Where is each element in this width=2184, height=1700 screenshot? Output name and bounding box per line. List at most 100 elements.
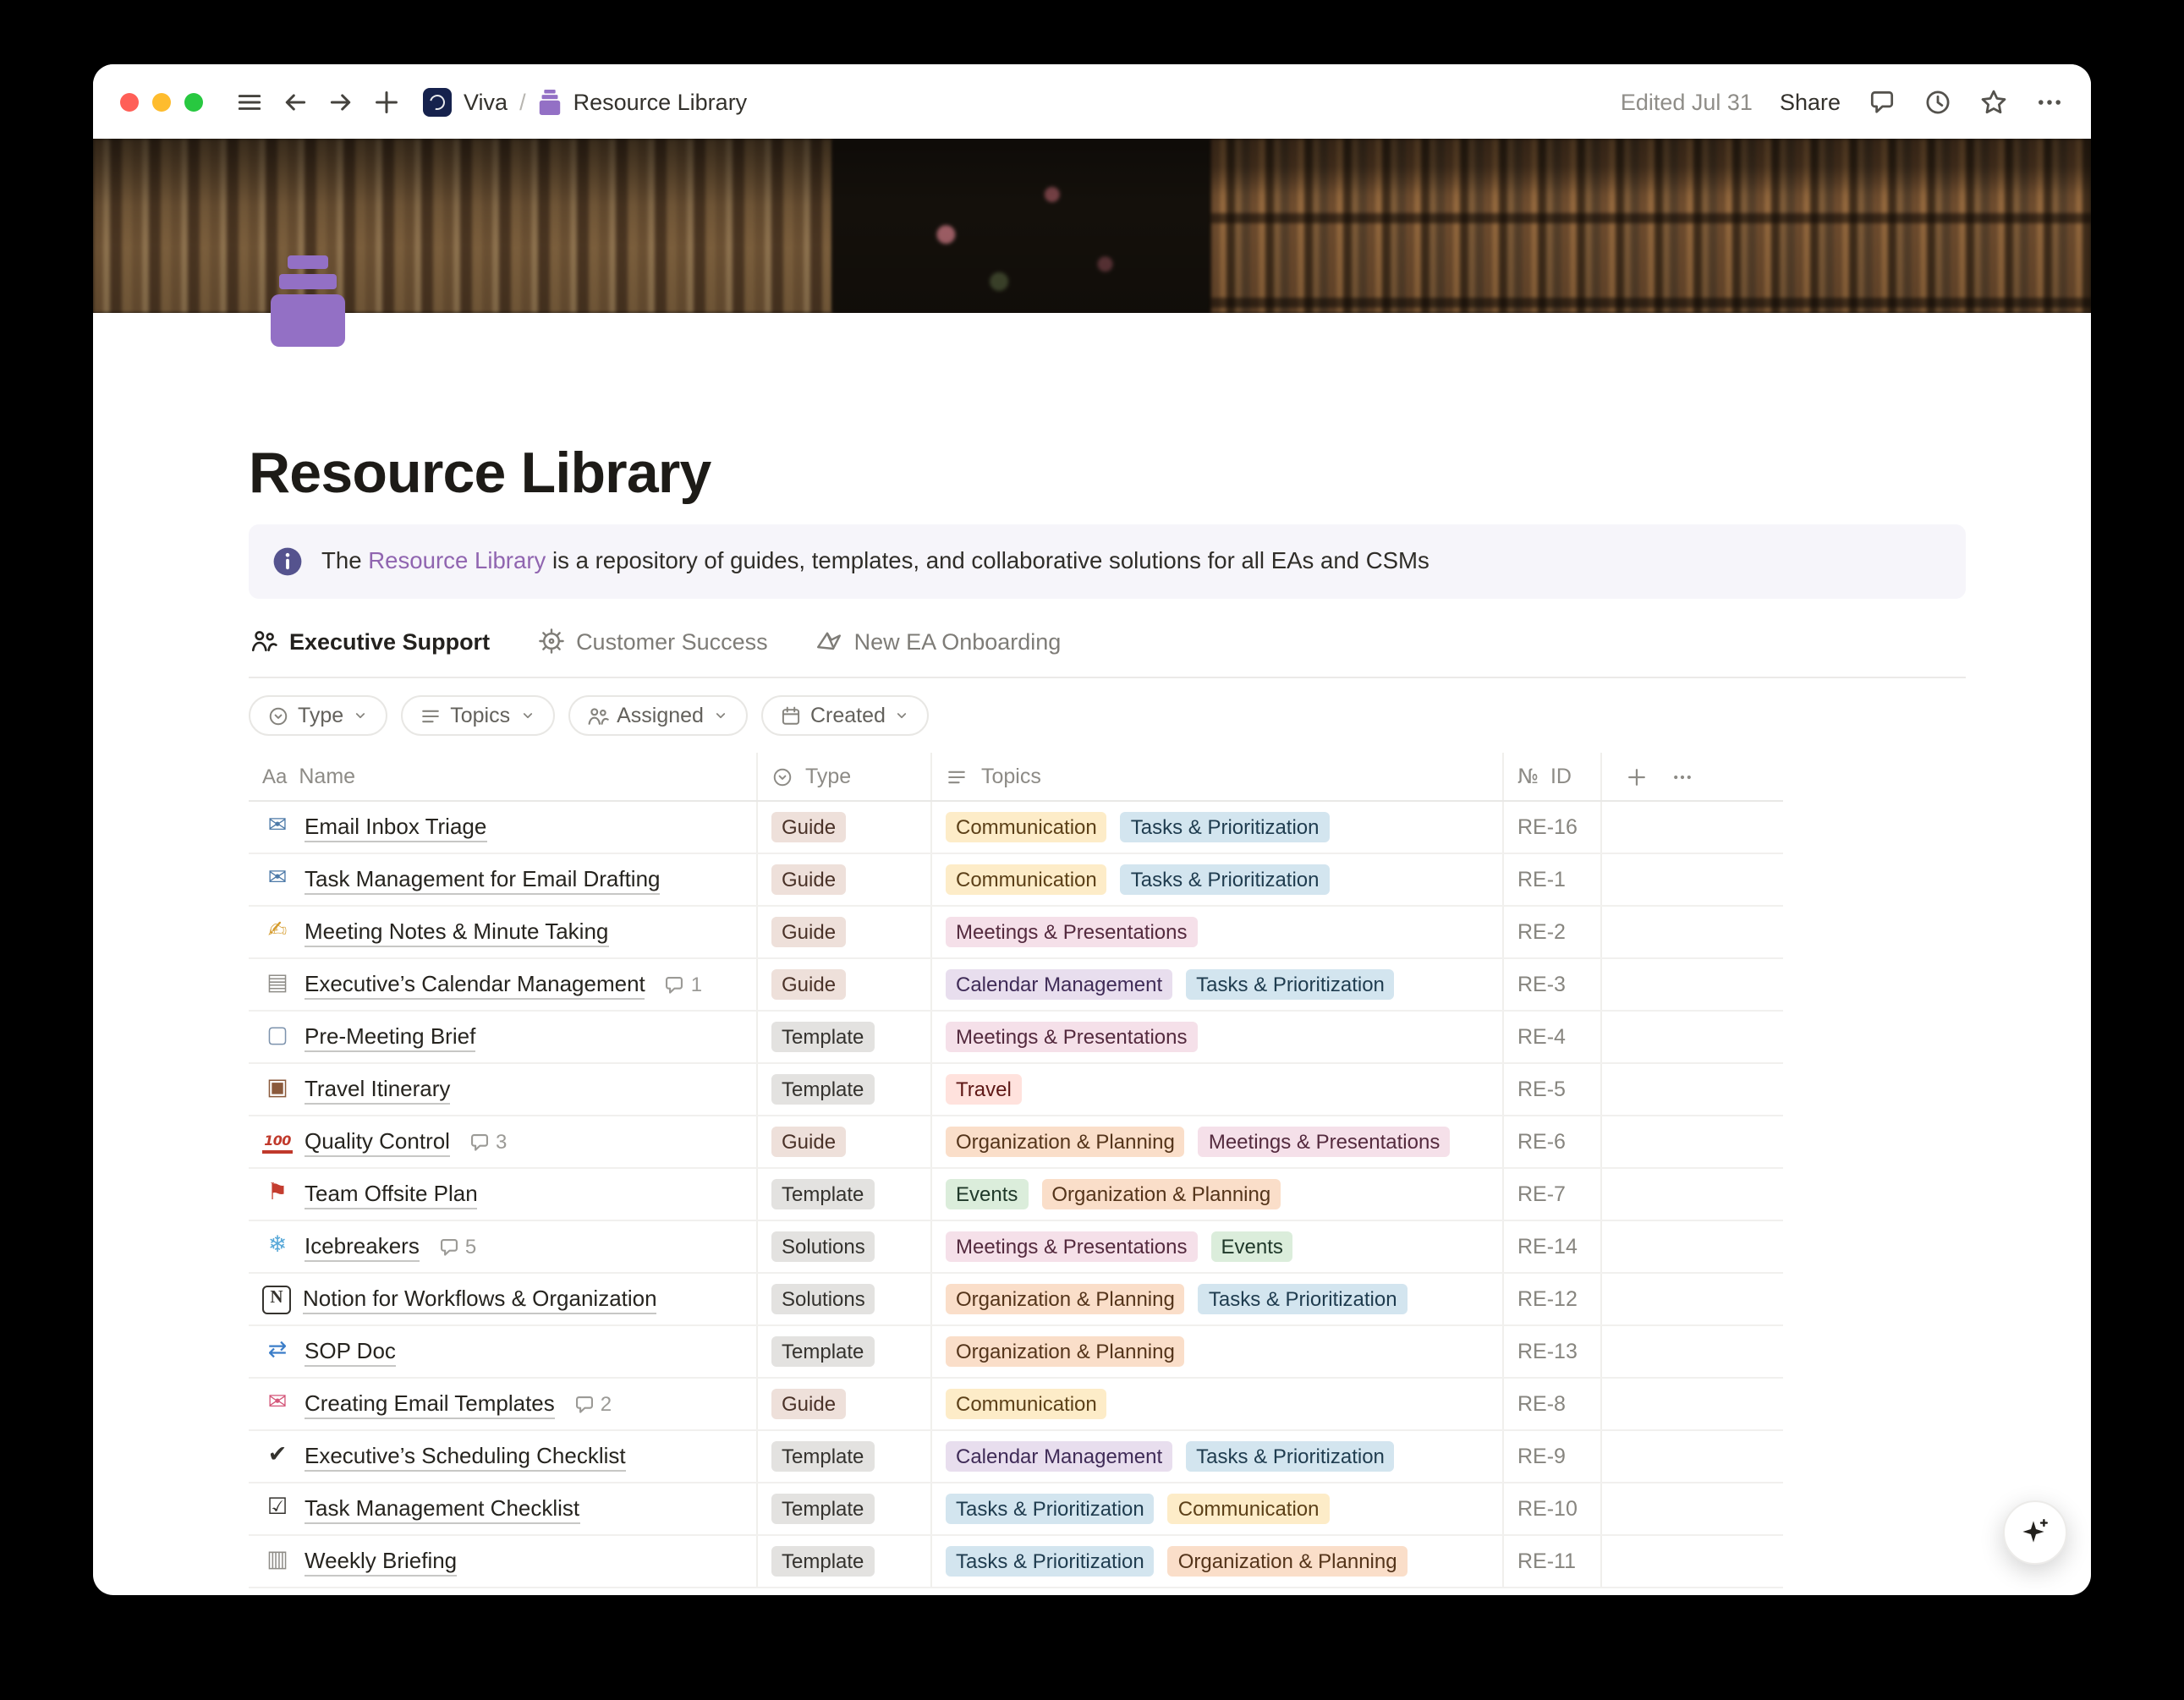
comments-icon[interactable] [1868,87,1896,116]
column-header-name[interactable]: Aa Name [249,753,758,800]
cover-vignette [93,139,2091,313]
cell-extra [1602,1379,1783,1429]
table-row[interactable]: 100Quality Control3GuideOrganization & P… [249,1116,1783,1169]
row-title[interactable]: Executive’s Calendar Management [305,969,645,1000]
favorite-star-icon[interactable] [1979,87,2008,116]
tab-customer-success[interactable]: Customer Success [535,621,770,672]
row-title[interactable]: Icebreakers [305,1231,420,1262]
ice-icon: ❄ [262,1236,293,1259]
comment-count: 1 [691,973,702,996]
row-title[interactable]: Quality Control [305,1127,450,1157]
row-title[interactable]: SOP Doc [305,1336,396,1367]
callout-text: The Resource Library is a repository of … [321,545,1429,579]
row-title[interactable]: Task Management for Email Drafting [305,864,661,895]
comment-count: 5 [465,1235,476,1259]
tab-label: New EA Onboarding [854,628,1062,654]
cell-extra [1602,1274,1783,1324]
table-row[interactable]: ⇄SOP DocTemplateOrganization & PlanningR… [249,1326,1783,1379]
table-row[interactable]: ▣Travel ItineraryTemplateTravelRE-5 [249,1064,1783,1116]
row-title[interactable]: Team Offsite Plan [305,1179,478,1209]
cell-type: Template [758,1012,932,1062]
cell-name: ▢Pre-Meeting Brief [249,1012,758,1062]
history-icon[interactable] [1923,87,1952,116]
type-tag: Template [771,1546,874,1577]
row-title[interactable]: Weekly Briefing [305,1546,457,1577]
column-header-label-topics: Topics [981,765,1041,788]
row-title[interactable]: Notion for Workflows & Organization [303,1284,657,1314]
table-row[interactable]: ✉Email Inbox TriageGuideCommunicationTas… [249,802,1783,854]
minimize-window-button[interactable] [152,92,171,111]
table-row[interactable]: ▢Pre-Meeting BriefTemplateMeetings & Pre… [249,1012,1783,1064]
filter-type[interactable]: Type [249,695,387,736]
notion-ai-button[interactable] [2003,1500,2067,1565]
cell-topics: EventsOrganization & Planning [932,1169,1504,1220]
table-row[interactable]: ✍Meeting Notes & Minute TakingGuideMeeti… [249,907,1783,959]
comment-badge[interactable]: 3 [469,1130,507,1154]
comment-badge[interactable]: 5 [438,1235,476,1259]
cover-image[interactable] [93,139,2091,313]
column-header-type[interactable]: Type [758,753,932,800]
row-title[interactable]: Creating Email Templates [305,1389,555,1419]
row-title[interactable]: Email Inbox Triage [305,812,486,842]
more-options-icon[interactable] [2035,87,2064,116]
type-tag: Guide [771,917,846,947]
checkbox-icon: ☑ [262,1498,293,1521]
topic-tag: Organization & Planning [1168,1546,1408,1577]
viva-workspace-icon[interactable] [423,87,452,116]
table-row[interactable]: ✉Creating Email Templates2GuideCommunica… [249,1379,1783,1431]
filter-assigned[interactable]: Assigned [568,695,748,736]
table-row[interactable]: ❄Icebreakers5SolutionsMeetings & Present… [249,1221,1783,1274]
topic-tag: Tasks & Prioritization [946,1494,1155,1524]
close-window-button[interactable] [120,92,139,111]
tab-label: Customer Success [576,628,768,654]
type-tag: Guide [771,1127,846,1157]
table-options-icon[interactable] [1671,765,1693,787]
table-row[interactable]: ✔Executive’s Scheduling ChecklistTemplat… [249,1431,1783,1483]
cell-type: Template [758,1169,932,1220]
page-icon-library[interactable] [266,255,350,347]
row-title[interactable]: Task Management Checklist [305,1494,579,1524]
cell-extra [1602,959,1783,1010]
breadcrumb-page[interactable]: Resource Library [573,89,748,114]
luggage-icon: ▣ [262,1078,293,1101]
back-icon[interactable] [281,87,310,116]
table-row[interactable]: ⚑Team Offsite PlanTemplateEventsOrganiza… [249,1169,1783,1221]
add-property-icon[interactable] [1626,765,1648,787]
shuffle-icon: ⇄ [262,1341,293,1363]
tab-executive-support[interactable]: Executive Support [249,621,491,672]
tab-new-ea-onboarding[interactable]: New EA Onboarding [814,621,1063,672]
share-button[interactable]: Share [1780,89,1841,114]
cell-name: 100Quality Control3 [249,1116,758,1167]
table-row[interactable]: ✉Task Management for Email DraftingGuide… [249,854,1783,907]
new-page-icon[interactable] [372,87,401,116]
type-tag: Guide [771,1389,846,1419]
cell-topics: CommunicationTasks & Prioritization [932,802,1504,853]
column-header-topics[interactable]: Topics [932,753,1504,800]
filter-topics[interactable]: Topics [401,695,554,736]
row-title[interactable]: Pre-Meeting Brief [305,1022,475,1052]
table-row[interactable]: ▥Weekly BriefingTemplateTasks & Prioriti… [249,1536,1783,1588]
cell-name: ▣ Travel Itinerary [249,1064,758,1115]
cell-topics: Calendar ManagementTasks & Prioritizatio… [932,959,1504,1010]
cell-type: Guide [758,907,932,957]
comment-badge[interactable]: 2 [573,1392,612,1416]
cell-id: RE-9 [1504,1431,1602,1482]
topic-tag: Meetings & Presentations [946,1231,1198,1262]
row-title[interactable]: Meeting Notes & Minute Taking [305,917,608,947]
topbar-actions: Edited Jul 31 Share [1621,87,2064,116]
row-title[interactable]: Travel Itinerary [305,1074,450,1105]
table-row[interactable]: ▤Executive’s Calendar Management1GuideCa… [249,959,1783,1012]
breadcrumb-workspace[interactable]: Viva [464,89,508,114]
zoom-window-button[interactable] [184,92,203,111]
table-row[interactable]: NNotion for Workflows & OrganizationSolu… [249,1274,1783,1326]
resource-library-link[interactable]: Resource Library [368,548,546,573]
table-row[interactable]: ☑Task Management ChecklistTemplateTasks … [249,1483,1783,1536]
row-title[interactable]: Executive’s Scheduling Checklist [305,1441,626,1472]
sidebar-toggle-icon[interactable] [235,87,264,116]
column-header-id[interactable]: № ID [1504,753,1602,800]
callout-text-pre: The [321,548,368,573]
cell-type: Template [758,1064,932,1115]
filter-created[interactable]: Created [761,695,930,736]
comment-badge[interactable]: 1 [664,973,702,996]
forward-icon[interactable] [327,87,355,116]
